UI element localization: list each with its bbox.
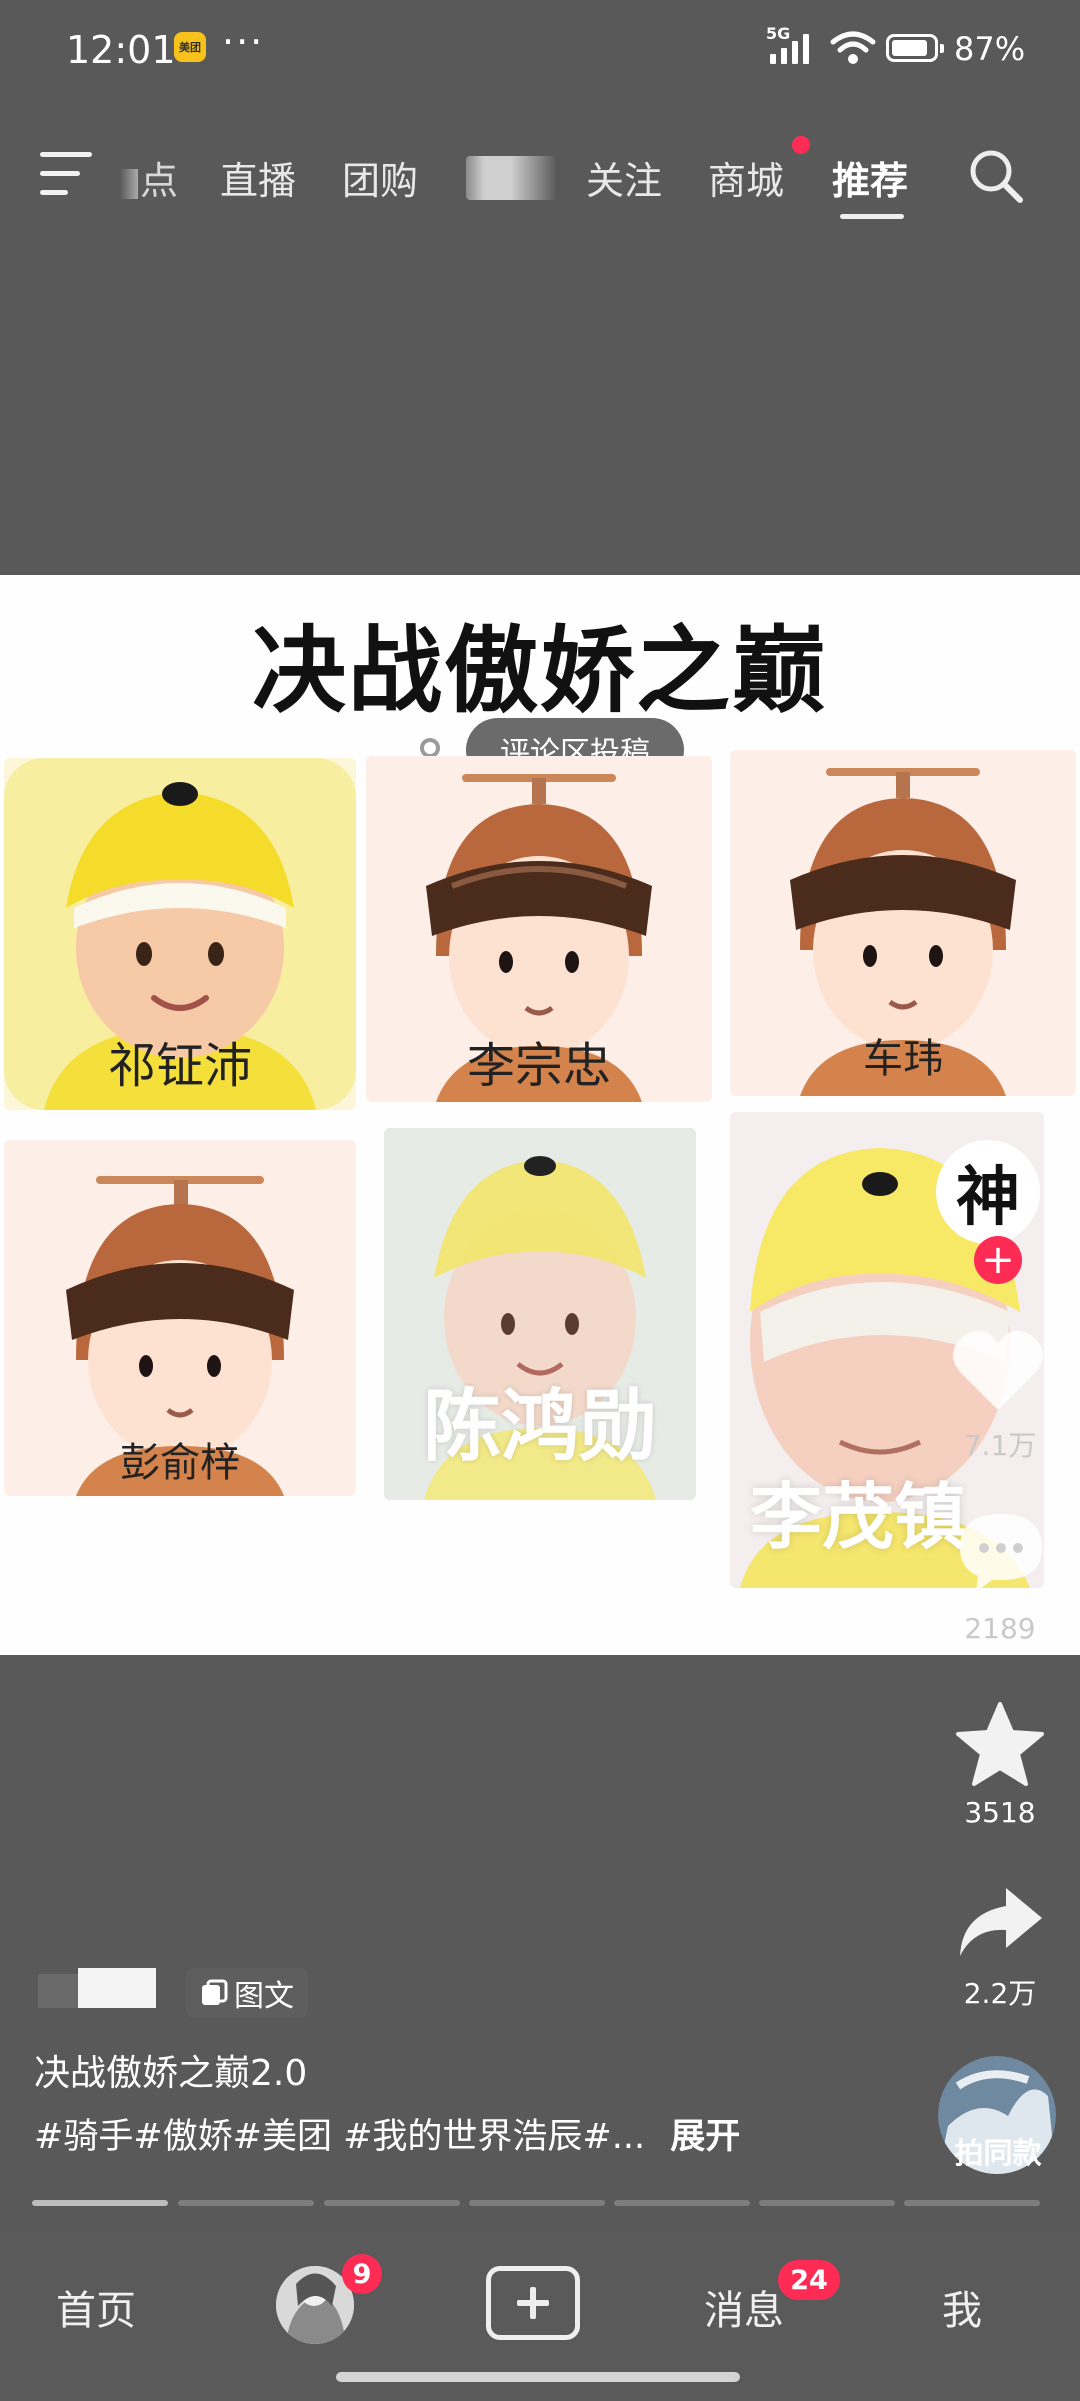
post-title: 决战傲娇之巅2.0: [34, 2053, 308, 2094]
image-progress-segment: [614, 2200, 750, 2206]
star-icon[interactable]: [954, 1700, 1046, 1788]
tab-nearby-label: 点: [140, 159, 179, 203]
battery-icon: [886, 34, 944, 62]
rider-name: 李宗忠: [466, 1038, 611, 1094]
comment-icon[interactable]: [956, 1510, 1046, 1594]
signal-icon: [770, 34, 809, 64]
image-progress-segment: [32, 2200, 168, 2206]
rider-tile: 车玮: [730, 750, 1076, 1096]
post-headline: 决战傲娇之巅: [251, 617, 828, 726]
tab-following[interactable]: 关注: [586, 150, 662, 205]
hashtag-text[interactable]: #骑手#傲娇#美团 #我的世界浩辰#...: [34, 2117, 645, 2157]
image-post-badge: 图文: [186, 1968, 308, 2018]
image-progress-segment: [469, 2200, 605, 2206]
tab-recommend[interactable]: 推荐: [832, 150, 908, 205]
rider-tile: 彭俞梓: [4, 1140, 356, 1496]
like-count: 7.1万: [963, 1429, 1037, 1462]
rider-tile: 陈鸿勋: [384, 1128, 696, 1500]
image-stack-icon: [202, 1979, 228, 2005]
menu-icon[interactable]: [40, 152, 92, 196]
clock: 12:01: [66, 28, 176, 72]
tab-mall[interactable]: 商城: [708, 150, 784, 205]
rider-name: 陈鸿勋: [422, 1382, 657, 1472]
chip-ring-icon: [420, 738, 440, 758]
image-progress-segment: [178, 2200, 314, 2206]
rider-tile: 李宗忠: [366, 756, 712, 1102]
messages-badge: 24: [778, 2260, 840, 2300]
image-progress-segment: [904, 2200, 1040, 2206]
tab-nearby[interactable]: 点: [120, 150, 178, 205]
share-count: 2.2万: [963, 1977, 1037, 2010]
favorite-count: 3518: [964, 1796, 1036, 1829]
active-tab-indicator: [840, 214, 904, 219]
create-button[interactable]: [486, 2266, 580, 2340]
rider-name: 祁钲沛: [107, 1038, 252, 1094]
image-post-label: 图文: [234, 1979, 294, 2014]
nav-home[interactable]: 首页: [56, 2278, 136, 2336]
heart-icon[interactable]: [950, 1326, 1046, 1414]
image-progress-segment: [759, 2200, 895, 2206]
rider-name: 车玮: [863, 1036, 943, 1082]
friends-badge: 9: [342, 2254, 382, 2294]
share-icon[interactable]: [954, 1884, 1046, 1960]
expand-link[interactable]: 展开: [670, 2117, 740, 2157]
meituan-notification-icon: 美团: [174, 32, 206, 62]
status-bar: 12:01 美团 ··· 5G 87%: [0, 0, 1080, 100]
home-indicator[interactable]: [336, 2372, 740, 2382]
tab-group-buy[interactable]: 团购: [342, 150, 418, 205]
same-style-label[interactable]: 拍同款: [930, 2130, 1066, 2172]
image-progress-segment: [324, 2200, 460, 2206]
nav-me[interactable]: 我: [942, 2278, 982, 2336]
search-icon[interactable]: [966, 146, 1026, 206]
more-notifications-icon: ···: [222, 20, 265, 64]
plus-icon: [517, 2287, 549, 2319]
wifi-icon: [830, 31, 876, 64]
notification-dot: [792, 136, 810, 154]
rider-name: 彭俞梓: [120, 1440, 240, 1486]
author-avatar[interactable]: 神: [936, 1140, 1040, 1244]
author-name-blurred[interactable]: [38, 1968, 156, 2008]
nav-messages[interactable]: 消息: [704, 2278, 784, 2336]
tab-live[interactable]: 直播: [220, 150, 296, 205]
comment-count: 2189: [964, 1612, 1036, 1645]
tab-blurred[interactable]: [466, 156, 556, 200]
battery-level: 87%: [954, 30, 1026, 68]
post-hashtags: #骑手#傲娇#美团 #我的世界浩辰#... 展开: [34, 2108, 740, 2159]
follow-plus-icon[interactable]: +: [974, 1236, 1022, 1284]
rider-tile: 祁钲沛: [4, 758, 356, 1110]
